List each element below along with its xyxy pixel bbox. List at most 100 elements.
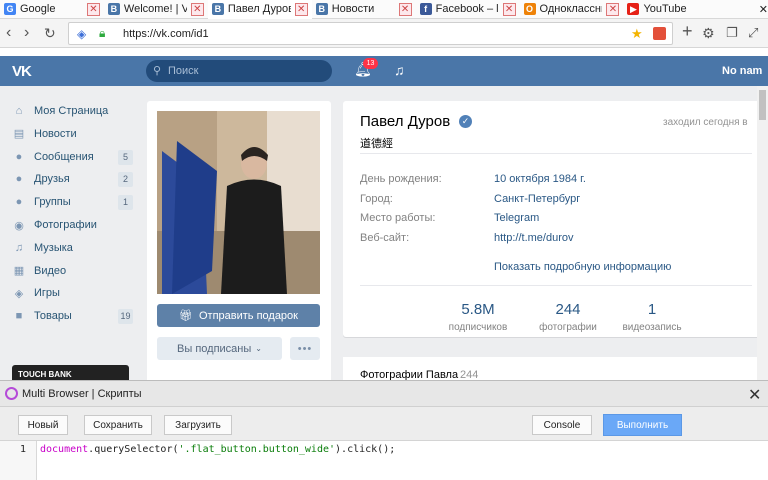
multi-browser-icon (5, 387, 18, 400)
browser-tab[interactable]: BWelcome! | VK✕ (104, 0, 208, 19)
subscribed-button[interactable]: Вы подписаны ⌄ (157, 337, 282, 360)
ad-banner[interactable]: TOUCH BANK (12, 365, 129, 380)
sidebar-item-label: Музыка (34, 241, 73, 254)
sidebar-item-count: 2 (118, 172, 133, 188)
page-scrollbar[interactable] (757, 86, 768, 380)
send-gift-button[interactable]: 🎁︎ Отправить подарок (157, 304, 320, 327)
new-tab-icon[interactable]: + (682, 22, 693, 40)
sidebar-item-label: Друзья (34, 173, 70, 186)
close-tab-icon[interactable]: ✕ (190, 2, 204, 16)
sidebar-item-label: Игры (34, 287, 60, 300)
forward-icon[interactable]: › (24, 25, 29, 41)
load-script-button[interactable]: Загрузить (164, 415, 232, 435)
music-note-icon[interactable]: ♫ (394, 62, 405, 78)
close-tab-icon[interactable]: ✕ (398, 2, 412, 16)
ok-icon: O (523, 3, 536, 15)
profile-counter[interactable]: 244 фотографии (523, 301, 613, 333)
code-line[interactable]: document.querySelector('.flat_button.but… (40, 444, 395, 455)
run-script-button[interactable]: Выполнить (603, 414, 682, 436)
sidebar-item[interactable]: ■ Товары 19 (12, 307, 134, 325)
news-icon: ▤ (13, 128, 25, 141)
browser-tab[interactable]: OОдноклассник...✕ (520, 0, 624, 19)
vk-header: VK ⚲ Поиск 🔔︎ 13 ♫ No nam (0, 56, 768, 86)
tab-label: Павел Дуров (227, 3, 291, 15)
sidebar-item-label: Видео (34, 264, 67, 277)
search-input[interactable]: ⚲ Поиск (146, 60, 332, 82)
browser-toolbar: ‹ › ↻ ◈ 🔒︎ https://vk.com/id1 ★ + ⚙ ❐ ⤢ (0, 19, 768, 48)
profile-photo[interactable] (157, 111, 320, 294)
divider (360, 153, 752, 154)
sidebar-item[interactable]: ● Друзья 2 (12, 170, 134, 188)
show-more-info-link[interactable]: Показать подробную информацию (494, 261, 671, 273)
close-tab-icon[interactable]: ✕ (502, 2, 516, 16)
profile-status[interactable]: 道德經 (360, 135, 393, 151)
extension-icon[interactable] (653, 27, 666, 40)
profile-counter[interactable]: 1 видеозапись (607, 301, 697, 333)
video-icon: ▦ (13, 265, 25, 278)
back-icon[interactable]: ‹ (6, 25, 11, 41)
settings-gear-icon[interactable]: ⚙ (702, 25, 715, 41)
browser-tab[interactable]: G Google ✕ (0, 0, 104, 19)
sidebar-item[interactable]: ⌂ Моя Страница (12, 102, 134, 120)
info-key: День рождения: (360, 173, 442, 185)
expand-icon[interactable]: ⤢ (748, 25, 758, 41)
sidebar-item[interactable]: ◉ Фотографии (12, 216, 134, 234)
browser-tab[interactable]: ▶ YouTube (623, 0, 752, 19)
save-script-button[interactable]: Сохранить (84, 415, 152, 435)
sidebar-item[interactable]: ● Сообщения 5 (12, 148, 134, 166)
profile-counter[interactable]: 5.8M подписчиков (433, 301, 523, 333)
reload-icon[interactable]: ↻ (44, 25, 56, 41)
gift-icon: 🎁︎ (179, 310, 193, 322)
new-script-button[interactable]: Новый (18, 415, 68, 435)
more-actions-button[interactable]: ••• (290, 337, 320, 360)
close-tab-icon[interactable]: ✕ (86, 2, 100, 16)
copy-icon[interactable]: ❐ (726, 25, 738, 41)
vk-logo[interactable]: VK (12, 63, 32, 80)
counter-label: подписчиков (448, 322, 508, 333)
info-value[interactable]: 10 октября 1984 г. (494, 173, 586, 185)
sidebar-item-label: Товары (34, 310, 72, 323)
chevron-down-icon: ⌄ (255, 344, 262, 353)
sidebar-item[interactable]: ▤ Новости (12, 125, 134, 143)
google-icon: G (4, 3, 16, 15)
close-tab-icon[interactable]: ✕ (606, 2, 620, 16)
photos-icon: ◉ (14, 219, 24, 232)
lock-icon: 🔒︎ (99, 26, 106, 40)
url-text[interactable]: https://vk.com/id1 (123, 28, 209, 40)
address-bar[interactable]: ◈ 🔒︎ https://vk.com/id1 ★ (68, 22, 673, 45)
profile-name: Павел Дуров (360, 113, 451, 130)
code-editor[interactable]: 1 document.querySelector('.flat_button.b… (0, 440, 768, 480)
sidebar-item[interactable]: ♫ Музыка (12, 239, 134, 257)
photos-title[interactable]: Фотографии Павла (360, 369, 458, 380)
verified-badge-icon: ✓ (459, 115, 472, 128)
tab-label: Новости (331, 3, 375, 15)
sidebar-item[interactable]: ● Группы 1 (12, 193, 134, 211)
send-gift-label: Отправить подарок (198, 309, 298, 322)
profile-info-row: Веб-сайт: http://t.me/durov (360, 232, 573, 244)
close-tab-icon[interactable]: ✕ (294, 2, 308, 16)
search-placeholder: Поиск (168, 65, 199, 77)
scrollbar-thumb[interactable] (759, 90, 766, 120)
counter-value: 5.8M (461, 301, 495, 318)
profile-photo-card: 🎁︎ Отправить подарок Вы подписаны ⌄ ••• (147, 101, 331, 380)
friends-icon: ● (15, 173, 23, 186)
sidebar-item-label: Группы (34, 196, 71, 209)
info-value[interactable]: Санкт-Петербург (494, 193, 580, 205)
browser-tab-bar: GGoogle✕BWelcome! | VK✕BПавел Дуров✕BНов… (0, 0, 768, 19)
browser-tab[interactable]: fFacebook – log ...✕ (416, 0, 520, 19)
info-value[interactable]: Telegram (494, 212, 539, 224)
sidebar-item[interactable]: ◈ Игры (12, 284, 134, 302)
divider (360, 285, 752, 286)
line-gutter: 1 (0, 441, 37, 480)
console-button[interactable]: Console (532, 415, 592, 435)
bookmark-star-icon[interactable]: ★ (631, 26, 643, 42)
tab-label: Google (20, 3, 56, 15)
sidebar-item[interactable]: ▦ Видео (12, 262, 134, 280)
close-icon[interactable]: ✕ (748, 385, 761, 405)
profile-info-row: Город: Санкт-Петербург (360, 193, 580, 205)
header-user-name[interactable]: No nam (722, 65, 762, 77)
close-tab-icon[interactable]: ✕ (759, 3, 768, 16)
browser-tab[interactable]: B Павел Дуров ✕ (207, 0, 312, 19)
info-value[interactable]: http://t.me/durov (494, 232, 573, 244)
browser-tab[interactable]: B Новости ✕ (312, 0, 416, 19)
